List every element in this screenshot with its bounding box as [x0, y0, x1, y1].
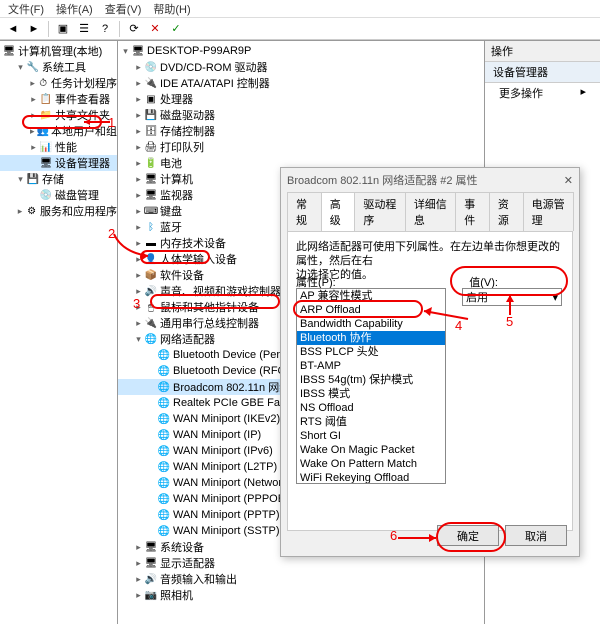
dev-print[interactable]: ▸🖨打印队列	[118, 139, 484, 155]
tab-advanced[interactable]: 高级	[321, 192, 356, 231]
dropdown-icon: ▾	[552, 291, 558, 304]
dev-storage-ctrl[interactable]: ▸🗄存储控制器	[118, 123, 484, 139]
property-item[interactable]: NS Offload	[297, 401, 445, 415]
dev-root[interactable]: ▾🖥DESKTOP-P99AR9P	[118, 43, 484, 59]
ok-button[interactable]: 确定	[437, 525, 499, 546]
menu-action[interactable]: 操作(A)	[56, 1, 93, 16]
tab-details[interactable]: 详细信息	[405, 192, 456, 231]
property-item[interactable]: Wake On Pattern Match	[297, 457, 445, 471]
dev-camera[interactable]: ▸📷照相机	[118, 587, 484, 603]
scan-icon[interactable]: ⟳	[125, 20, 143, 38]
cancel-button[interactable]: 取消	[505, 525, 567, 546]
dialog-desc: 此网络适配器可使用下列属性。在左边单击你想更改的属性，然后在右边选择它的值。	[296, 240, 564, 282]
property-item[interactable]: BT-AMP	[297, 359, 445, 373]
property-listbox[interactable]: AP 兼容性模式ARP OffloadBandwidth CapabilityB…	[296, 288, 446, 484]
menu-help[interactable]: 帮助(H)	[153, 1, 190, 16]
dev-disk[interactable]: ▸💾磁盘驱动器	[118, 107, 484, 123]
property-item[interactable]: Short GI	[297, 429, 445, 443]
tree-local-users[interactable]: ▸👥本地用户和组	[0, 123, 117, 139]
dev-ide[interactable]: ▸🔌IDE ATA/ATAPI 控制器	[118, 75, 484, 91]
left-tree-pane: 🖥计算机管理(本地) ▾🔧系统工具 ▸⏱任务计划程序 ▸📋事件查看器 ▸📁共享文…	[0, 41, 118, 624]
tab-resources[interactable]: 资源	[489, 192, 524, 231]
property-item[interactable]: RTS 阈值	[297, 415, 445, 429]
up-icon[interactable]: ▣	[54, 20, 72, 38]
tree-services-apps[interactable]: ▸⚙服务和应用程序	[0, 203, 117, 219]
dialog-title: Broadcom 802.11n 网络适配器 #2 属性	[287, 172, 478, 188]
toolbar: ◄ ► ▣ ☰ ? ⟳ ✕ ✓	[0, 18, 600, 40]
actions-more[interactable]: 更多操作▸	[485, 83, 600, 103]
tree-root-computer-mgmt[interactable]: 🖥计算机管理(本地)	[0, 43, 117, 59]
actions-header: 操作	[485, 41, 600, 62]
remove-icon[interactable]: ✕	[146, 20, 164, 38]
property-item[interactable]: Bandwidth Capability	[297, 317, 445, 331]
property-item[interactable]: ARP Offload	[297, 303, 445, 317]
tree-performance[interactable]: ▸📊性能	[0, 139, 117, 155]
menubar: 文件(F) 操作(A) 查看(V) 帮助(H)	[0, 0, 600, 18]
property-item[interactable]: IBSS 模式	[297, 387, 445, 401]
back-icon[interactable]: ◄	[4, 20, 22, 38]
tree-system-tools[interactable]: ▾🔧系统工具	[0, 59, 117, 75]
list-icon[interactable]: ☰	[75, 20, 93, 38]
forward-icon[interactable]: ►	[25, 20, 43, 38]
property-item[interactable]: WiFi Rekeying Offload	[297, 471, 445, 484]
menu-view[interactable]: 查看(V)	[105, 1, 142, 16]
tree-device-manager[interactable]: ▸🖥设备管理器	[0, 155, 117, 171]
actions-section-title: 设备管理器	[485, 62, 600, 83]
property-item[interactable]: Wake On Magic Packet	[297, 443, 445, 457]
tab-body: 此网络适配器可使用下列属性。在左边单击你想更改的属性，然后在右边选择它的值。 属…	[287, 231, 573, 531]
menu-file[interactable]: 文件(F)	[8, 1, 44, 16]
enable-icon[interactable]: ✓	[167, 20, 185, 38]
dev-audio-io[interactable]: ▸🔊音频输入和输出	[118, 571, 484, 587]
tree-disk-mgmt[interactable]: ▸💿磁盘管理	[0, 187, 117, 203]
property-item[interactable]: BSS PLCP 头处	[297, 345, 445, 359]
dev-display[interactable]: ▸🖥显示适配器	[118, 555, 484, 571]
property-item[interactable]: Bluetooth 协作	[297, 331, 445, 345]
tab-power[interactable]: 电源管理	[523, 192, 574, 231]
tab-events[interactable]: 事件	[455, 192, 490, 231]
tree-task-scheduler[interactable]: ▸⏱任务计划程序	[0, 75, 117, 91]
tree-event-viewer[interactable]: ▸📋事件查看器	[0, 91, 117, 107]
dev-dvd[interactable]: ▸💿DVD/CD-ROM 驱动器	[118, 59, 484, 75]
tab-general[interactable]: 常规	[287, 192, 322, 231]
tree-storage[interactable]: ▾💾存储	[0, 171, 117, 187]
dialog-titlebar: Broadcom 802.11n 网络适配器 #2 属性 ✕	[281, 168, 579, 192]
close-icon[interactable]: ✕	[564, 174, 573, 187]
property-item[interactable]: IBSS 54g(tm) 保护模式	[297, 373, 445, 387]
tree-shared-folders[interactable]: ▸📁共享文件夹	[0, 107, 117, 123]
properties-dialog: Broadcom 802.11n 网络适配器 #2 属性 ✕ 常规 高级 驱动程…	[280, 167, 580, 557]
tab-driver[interactable]: 驱动程序	[354, 192, 405, 231]
property-item[interactable]: AP 兼容性模式	[297, 289, 445, 303]
dev-cpu[interactable]: ▸▣处理器	[118, 91, 484, 107]
dialog-tabs: 常规 高级 驱动程序 详细信息 事件 资源 电源管理	[281, 192, 579, 231]
help-icon[interactable]: ?	[96, 20, 114, 38]
value-combobox[interactable]: 启用▾	[462, 288, 562, 306]
